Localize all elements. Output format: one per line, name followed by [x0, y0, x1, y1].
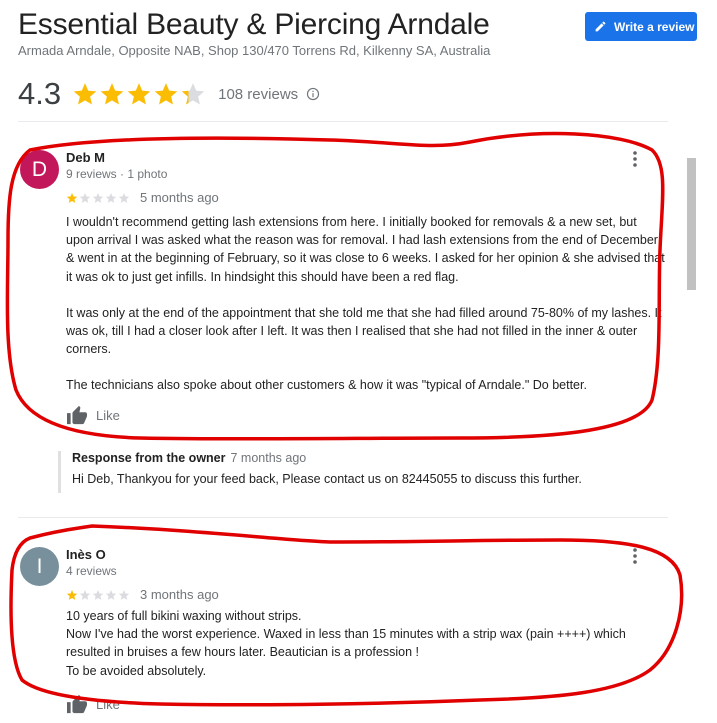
review-date: 3 months ago [140, 587, 219, 602]
review-card: D Deb M 9 reviews · 1 photo 5 months ago… [20, 150, 665, 440]
review-line: To be avoided absolutely. [66, 663, 207, 678]
star-icon [105, 192, 117, 203]
review-author-meta: 9 reviews · 1 photo [66, 167, 168, 181]
write-review-label: Write a review [614, 19, 695, 34]
more-options-icon[interactable] [631, 547, 639, 565]
more-options-icon[interactable] [631, 150, 639, 168]
write-review-button[interactable]: Write a review [585, 12, 697, 41]
review-author-meta: 4 reviews [66, 564, 117, 578]
star-icon [118, 192, 130, 203]
review-date: 5 months ago [140, 190, 219, 205]
info-icon[interactable] [306, 87, 320, 101]
star-icon [92, 589, 104, 600]
owner-response-title: Response from the owner [72, 451, 226, 465]
review-stars [66, 589, 130, 601]
like-label: Like [96, 696, 120, 712]
star-icon [100, 83, 124, 105]
review-author[interactable]: Deb M [66, 150, 105, 165]
review-text: I wouldn't recommend getting lash extens… [66, 213, 666, 395]
star-icon [79, 192, 91, 203]
owner-response-date: 7 months ago [230, 451, 307, 465]
review-paragraph: I wouldn't recommend getting lash extens… [66, 215, 665, 284]
pencil-icon [595, 21, 606, 32]
thumbs-up-icon [67, 694, 87, 714]
like-button[interactable]: Like [66, 405, 120, 425]
review-line: 10 years of full bikini waxing without s… [66, 609, 302, 623]
star-icon [118, 589, 130, 600]
star-icon [181, 83, 205, 105]
place-address: Armada Arndale, Opposite NAB, Shop 130/4… [18, 43, 491, 58]
star-icon [127, 83, 151, 105]
owner-response-text: Hi Deb, Thankyou for your feed back, Ple… [72, 472, 582, 486]
rating-value: 4.3 [18, 76, 62, 111]
review-text: 10 years of full bikini waxing without s… [66, 607, 666, 680]
review-author[interactable]: Inès O [66, 547, 106, 562]
like-button[interactable]: Like [66, 694, 120, 714]
star-icon [66, 192, 78, 203]
star-icon [92, 192, 104, 203]
review-line: Now I've had the worst experience. Waxed… [66, 627, 626, 660]
review-paragraph: It was only at the end of the appointmen… [66, 305, 662, 357]
review-rating: 3 months ago [66, 587, 219, 602]
like-label: Like [96, 407, 120, 423]
star-icon [73, 83, 97, 105]
avatar[interactable]: D [20, 150, 59, 189]
rating-stars [72, 81, 206, 107]
star-icon [79, 589, 91, 600]
rating-summary: 4.3 108 reviews [18, 74, 320, 114]
reviews-count-link[interactable]: 108 reviews [218, 86, 298, 103]
review-card: I Inès O 4 reviews 3 months ago 10 years… [20, 547, 660, 723]
star-icon [66, 589, 78, 600]
review-paragraph: The technicians also spoke about other c… [66, 378, 587, 393]
avatar[interactable]: I [20, 547, 59, 586]
star-icon [154, 83, 178, 105]
place-title: Essential Beauty & Piercing Arndale [18, 8, 490, 41]
divider [18, 517, 668, 518]
star-icon [105, 589, 117, 600]
owner-response: Response from the owner 7 months ago Hi D… [58, 451, 678, 493]
review-stars [66, 192, 130, 204]
thumbs-up-icon [67, 405, 87, 425]
scrollbar-thumb[interactable] [687, 158, 696, 290]
divider [18, 121, 668, 122]
review-rating: 5 months ago [66, 190, 219, 205]
